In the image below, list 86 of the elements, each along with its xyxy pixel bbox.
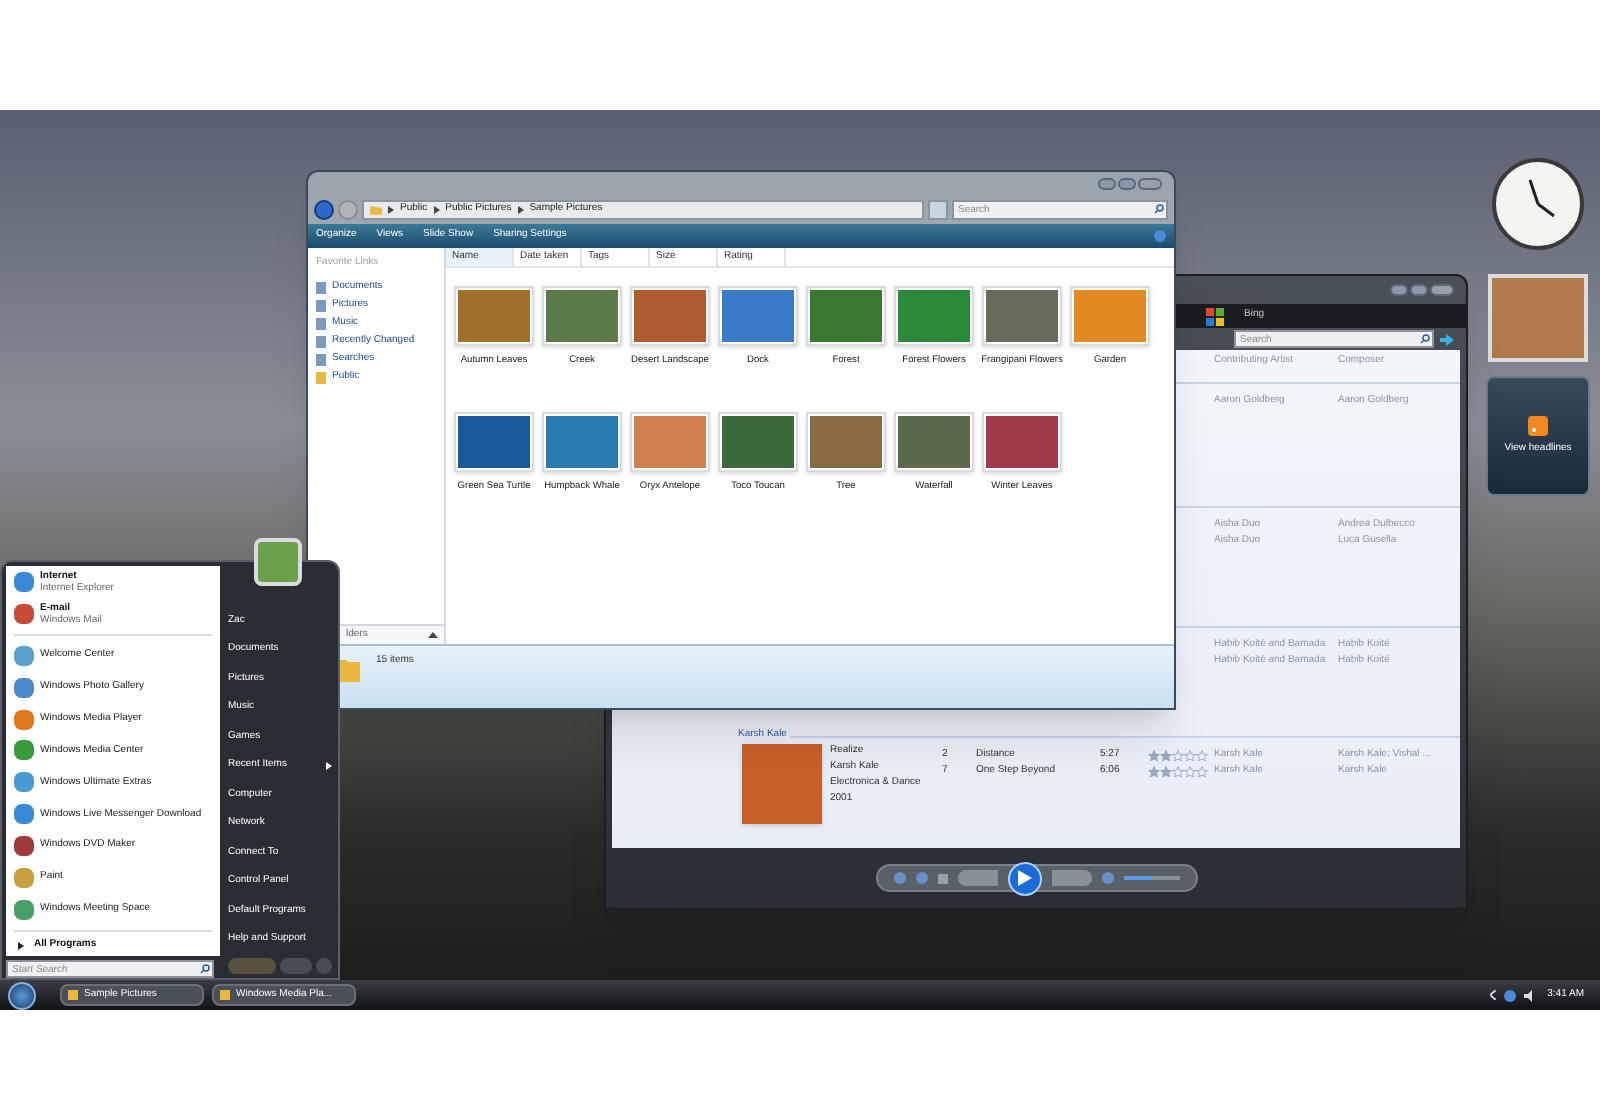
program-icon [14,740,34,761]
program-icon [14,804,34,825]
chevron-icon [517,206,524,214]
mute-button[interactable] [1101,872,1113,884]
program-icon [14,571,34,592]
close-button[interactable] [1138,178,1162,190]
photo-placeholder [986,290,1058,342]
photo-thumbnail[interactable] [718,286,798,346]
caret-icon [428,632,438,638]
photo-thumbnail[interactable] [982,286,1062,346]
photo-placeholder [546,290,618,342]
search-icon [200,964,210,974]
photo-thumbnail[interactable] [542,412,622,473]
refresh-button[interactable] [928,200,948,220]
maximize-button[interactable] [1118,178,1136,190]
program-icon [14,645,34,666]
stop-button[interactable] [937,873,947,883]
rating-stars[interactable] [1148,766,1214,778]
program-icon [14,709,34,730]
close-button[interactable] [1430,284,1454,296]
photo-placeholder [898,416,970,469]
photo-placeholder [986,416,1058,469]
back-button[interactable] [314,200,334,220]
windows-logo-icon[interactable] [1206,307,1224,325]
photo-thumbnail[interactable] [542,286,622,346]
volume-icon[interactable] [1523,989,1536,1001]
photo-thumbnail[interactable] [718,412,798,473]
chevron-icon [433,206,440,214]
album-art [742,744,822,824]
photo-placeholder [810,416,882,469]
chevron-icon[interactable] [1489,990,1496,1000]
previous-button[interactable] [957,870,997,886]
photo-thumbnail[interactable] [454,286,534,346]
play-button[interactable] [1007,861,1041,895]
program-icon [220,990,230,1000]
photo-thumbnail[interactable] [982,412,1062,473]
photo-thumbnail[interactable] [1070,286,1150,346]
folder-icon [370,204,382,216]
user-picture [254,538,302,586]
program-icon [14,900,34,921]
caret-icon [326,761,332,770]
photo-placeholder [1074,290,1146,342]
photo-placeholder [810,290,882,342]
caret-icon [18,941,24,950]
lock-button[interactable] [280,958,312,974]
photo-thumbnail[interactable] [454,412,534,473]
chevron-icon [388,206,394,214]
photo-placeholder [898,290,970,342]
photo-placeholder [634,416,706,469]
program-icon [14,677,34,698]
arrow-button[interactable] [316,958,332,974]
start-button[interactable] [8,981,36,1009]
power-button[interactable] [228,958,276,974]
photo-placeholder [1488,274,1588,362]
photo-thumbnail[interactable] [806,412,886,473]
photo-placeholder [634,290,706,342]
photo-thumbnail[interactable] [806,286,886,346]
rating-stars[interactable] [1148,750,1214,762]
photo-thumbnail[interactable] [630,412,710,473]
repeat-button[interactable] [915,872,927,884]
minimize-button[interactable] [1098,178,1116,190]
help-icon[interactable] [1154,230,1166,242]
photo-placeholder [458,416,530,469]
next-button[interactable] [1051,870,1091,886]
clock-gadget [1486,156,1590,252]
photo-thumbnail[interactable] [894,286,974,346]
photo-placeholder [458,290,530,342]
search-icon [1154,204,1164,214]
program-icon [14,836,34,857]
maximize-button[interactable] [1410,284,1428,296]
program-icon [14,772,34,793]
arrow-icon[interactable] [1440,333,1454,345]
program-icon [68,990,78,1000]
minimize-button[interactable] [1390,284,1408,296]
photo-thumbnail[interactable] [894,412,974,473]
search-icon [1420,334,1430,344]
program-icon [14,603,34,624]
photo-placeholder [546,416,618,469]
play-icon [1017,870,1031,886]
program-icon [14,868,34,889]
shuffle-button[interactable] [893,872,905,884]
photo-thumbnail[interactable] [630,286,710,346]
network-icon[interactable] [1503,989,1516,1001]
photo-placeholder [722,416,794,469]
photo-placeholder [722,290,794,342]
rss-icon [1528,415,1548,436]
